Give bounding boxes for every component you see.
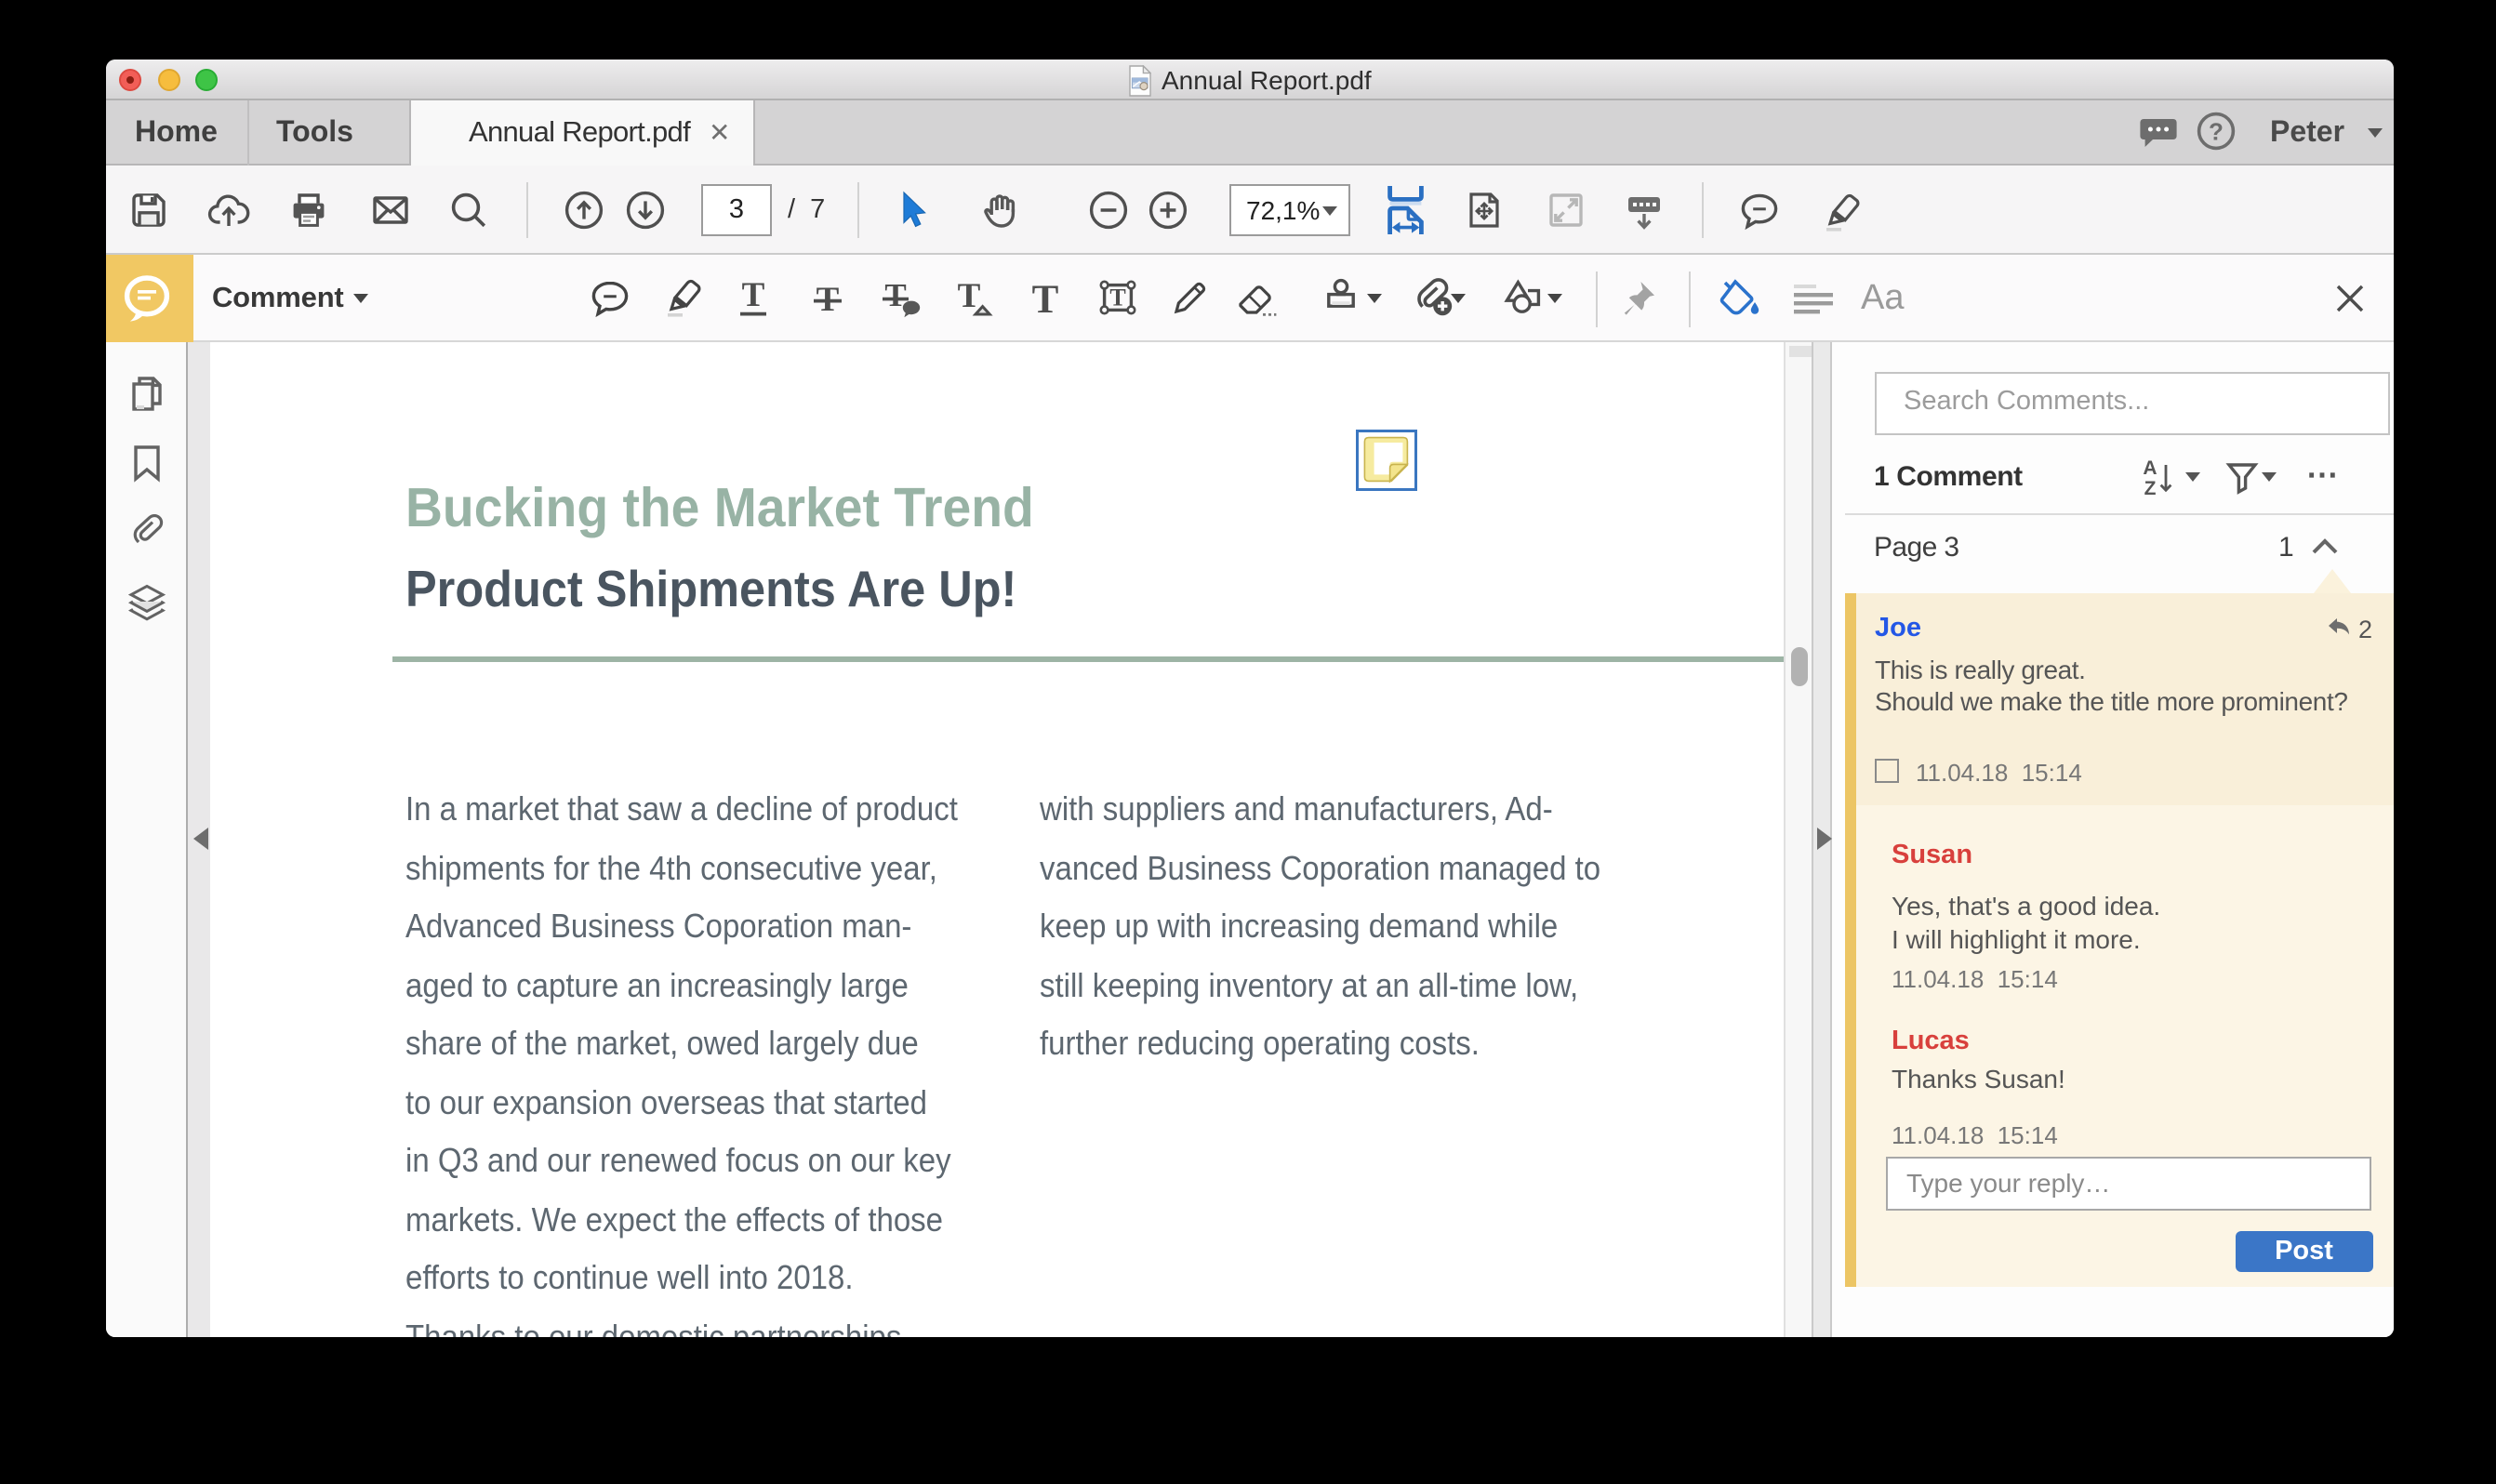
svg-text:Z: Z	[2144, 477, 2157, 498]
svg-text:T: T	[958, 277, 981, 315]
svg-text:T: T	[1031, 278, 1058, 320]
svg-text:?: ?	[2208, 117, 2223, 145]
svg-text:T: T	[741, 276, 764, 314]
svg-text:A: A	[2143, 457, 2157, 478]
svg-text:T: T	[1109, 284, 1125, 311]
